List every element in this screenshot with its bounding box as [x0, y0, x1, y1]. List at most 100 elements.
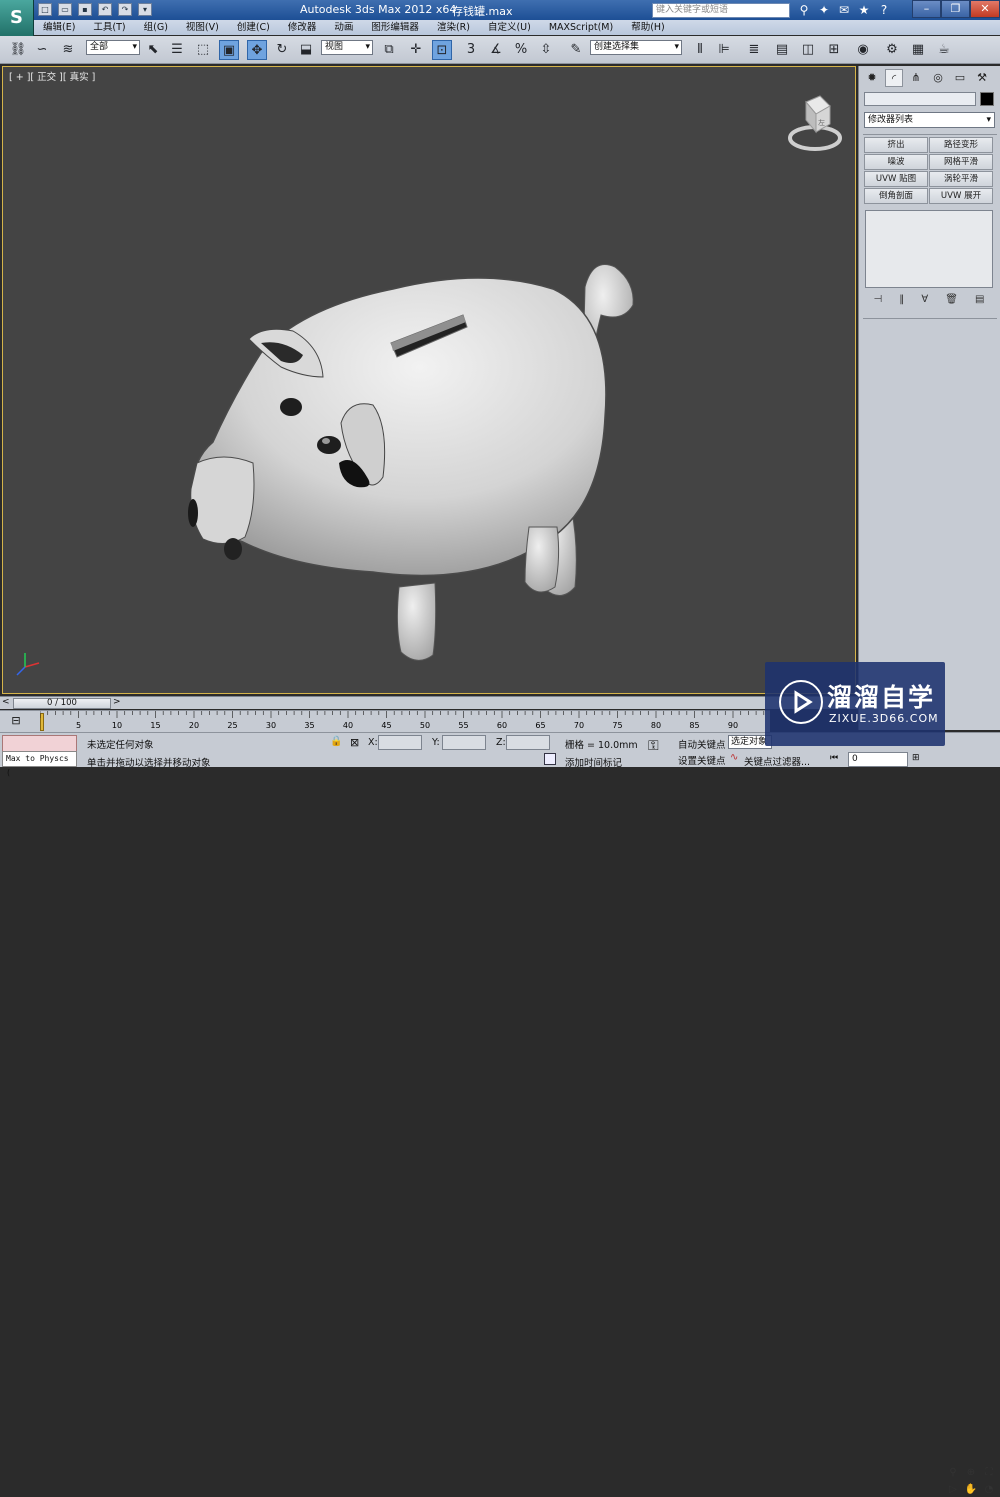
utilities-tab-icon[interactable]: ⚒	[973, 69, 991, 87]
menu-views[interactable]: 视图(V)	[177, 20, 228, 35]
zoom-all-icon[interactable]: ⊕	[963, 1465, 979, 1480]
make-unique-icon[interactable]: ∀	[921, 294, 928, 310]
spinner-snap-icon[interactable]: ⇳	[536, 40, 556, 60]
save-file-icon[interactable]: ▪	[78, 3, 92, 16]
modifier-button-noise[interactable]: 噪波	[864, 154, 928, 170]
search-input[interactable]: 键入关键字或短语	[652, 3, 790, 18]
curve-editor-icon[interactable]: ◫	[798, 40, 818, 60]
viewcube-icon[interactable]: 左	[786, 92, 844, 154]
set-key-icon[interactable]: ⚿	[648, 738, 659, 754]
modifier-button-uvw-map[interactable]: UVW 贴图	[864, 171, 928, 187]
move-icon[interactable]: ✥	[247, 40, 267, 60]
menu-animation[interactable]: 动画	[325, 20, 362, 35]
render-setup-icon[interactable]: ⚙	[882, 40, 902, 60]
modifier-button-extrude[interactable]: 挤出	[864, 137, 928, 153]
current-frame-field[interactable]: 0	[848, 752, 908, 767]
application-button[interactable]: S	[0, 0, 34, 40]
auto-key-button[interactable]: 自动关键点	[678, 737, 726, 751]
menu-edit[interactable]: 编辑(E)	[34, 20, 84, 35]
mirror-icon[interactable]: ⫴	[690, 40, 710, 60]
restore-button[interactable]: ❐	[941, 0, 970, 18]
zoom-extents-icon[interactable]: ⛶	[981, 1465, 997, 1480]
time-slider[interactable]: 0 / 100 < >	[0, 696, 858, 709]
menu-tools[interactable]: 工具(T)	[84, 20, 134, 35]
pan-icon[interactable]: ✋	[963, 1482, 979, 1497]
time-configuration-icon[interactable]: ⊞	[912, 753, 920, 763]
time-slider-thumb[interactable]: 0 / 100	[13, 698, 111, 709]
material-editor-icon[interactable]: ◉	[853, 40, 873, 60]
piggy-bank-model[interactable]	[153, 227, 713, 687]
remove-modifier-icon[interactable]: 🗑	[945, 294, 958, 310]
rendered-frame-icon[interactable]: ▦	[908, 40, 928, 60]
motion-tab-icon[interactable]: ◎	[929, 69, 947, 87]
track-bar[interactable]: ⊟ 5 10 15 20 25 30 35 40 45 50 55 60 65 70 75 80 85 90	[0, 710, 770, 732]
menu-customize[interactable]: 自定义(U)	[479, 20, 540, 35]
subscription-icon[interactable]: ✦	[816, 2, 832, 18]
y-coordinate-field[interactable]	[442, 735, 486, 750]
modify-tab-icon[interactable]: ◜	[885, 69, 903, 87]
next-frame-arrow-icon[interactable]: >	[113, 697, 121, 707]
pivot-center-icon[interactable]: ⧉	[379, 40, 399, 60]
lock-selection-icon[interactable]: 🔒	[330, 736, 342, 747]
link-icon[interactable]: ⛓	[8, 40, 28, 60]
modifier-button-turbosmooth[interactable]: 涡轮平滑	[929, 171, 993, 187]
edit-named-selection-icon[interactable]: ✎	[566, 40, 586, 60]
viewport-label[interactable]: [ + ][ 正交 ][ 真实 ]	[9, 69, 95, 83]
selection-filter-dropdown[interactable]: 全部	[86, 40, 140, 55]
configure-sets-icon[interactable]: ▤	[975, 294, 984, 310]
menu-maxscript[interactable]: MAXScript(M)	[540, 20, 622, 35]
keyboard-shortcut-icon[interactable]: ⊡	[432, 40, 452, 60]
rotate-icon[interactable]: ↻	[272, 40, 292, 60]
modifier-button-path-deform[interactable]: 路径变形	[929, 137, 993, 153]
menu-rendering[interactable]: 渲染(R)	[428, 20, 479, 35]
render-production-icon[interactable]: ☕	[934, 40, 954, 60]
object-color-swatch[interactable]	[980, 92, 994, 106]
close-button[interactable]: ✕	[970, 0, 1000, 18]
redo-icon[interactable]: ↷	[118, 3, 132, 16]
binoculars-icon[interactable]: ⚲	[796, 2, 812, 18]
select-object-icon[interactable]: ⬉	[143, 40, 163, 60]
graphite-ribbon-icon[interactable]: ▤	[772, 40, 792, 60]
percent-snap-icon[interactable]: %	[511, 40, 531, 60]
open-file-icon[interactable]: ▭	[58, 3, 72, 16]
field-of-view-icon[interactable]: ▷	[945, 1482, 961, 1497]
create-tab-icon[interactable]: ✹	[863, 69, 881, 87]
maxscript-input[interactable]: Max to Physcs (	[2, 751, 77, 777]
project-folder-icon[interactable]: ▾	[138, 3, 152, 16]
communication-icon[interactable]: ✉	[836, 2, 852, 18]
menu-group[interactable]: 组(G)	[135, 20, 177, 35]
align-icon[interactable]: ⊫	[714, 40, 734, 60]
z-coordinate-field[interactable]	[506, 735, 550, 750]
rectangle-selection-icon[interactable]: ⬚	[193, 40, 213, 60]
menu-graph-editors[interactable]: 图形编辑器	[362, 20, 428, 35]
undo-icon[interactable]: ↶	[98, 3, 112, 16]
modifier-list-dropdown[interactable]: 修改器列表	[864, 112, 995, 128]
select-manipulate-icon[interactable]: ✛	[406, 40, 426, 60]
menu-modifiers[interactable]: 修改器	[279, 20, 326, 35]
go-to-start-icon[interactable]: ⏮	[830, 753, 838, 763]
window-crossing-icon[interactable]: ▣	[219, 40, 239, 60]
new-file-icon[interactable]: □	[38, 3, 52, 16]
modifier-button-meshsmooth[interactable]: 网格平滑	[929, 154, 993, 170]
object-name-field[interactable]	[864, 92, 976, 106]
favorites-icon[interactable]: ★	[856, 2, 872, 18]
angle-snap-icon[interactable]: ∡	[486, 40, 506, 60]
reference-coordinate-dropdown[interactable]: 视图	[321, 40, 373, 55]
menu-help[interactable]: 帮助(H)	[622, 20, 674, 35]
x-coordinate-field[interactable]	[378, 735, 422, 750]
menu-create[interactable]: 创建(C)	[228, 20, 279, 35]
perspective-viewport[interactable]: [ + ][ 正交 ][ 真实 ] 左	[2, 66, 856, 694]
schematic-view-icon[interactable]: ⊞	[824, 40, 844, 60]
modifier-stack[interactable]	[865, 210, 993, 288]
zoom-icon[interactable]: ⚲	[945, 1465, 961, 1480]
orbit-icon[interactable]: ◔	[981, 1482, 997, 1497]
key-filters-button[interactable]: 关键点过滤器...	[744, 754, 810, 768]
absolute-mode-icon[interactable]: ⊠	[350, 736, 359, 749]
hierarchy-tab-icon[interactable]: ⋔	[907, 69, 925, 87]
bind-spacewarp-icon[interactable]: ≋	[58, 40, 78, 60]
show-end-result-icon[interactable]: ‖	[899, 294, 904, 310]
maxscript-listener-mini[interactable]	[2, 735, 77, 752]
display-tab-icon[interactable]: ▭	[951, 69, 969, 87]
unlink-icon[interactable]: ∽	[32, 40, 52, 60]
help-icon[interactable]: ?	[876, 2, 892, 18]
